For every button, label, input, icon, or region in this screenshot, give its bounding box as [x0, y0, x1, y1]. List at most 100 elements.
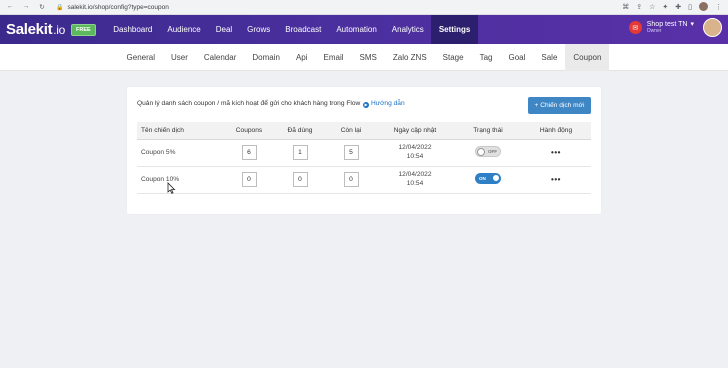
- tab-zalo-zns[interactable]: Zalo ZNS: [385, 44, 435, 71]
- extension-icon[interactable]: ✦: [662, 3, 668, 11]
- actions-cell: •••: [521, 166, 591, 194]
- shop-info: Shop test TN ▾ Owner: [647, 21, 694, 34]
- tab-sms[interactable]: SMS: [352, 44, 385, 71]
- toggle-label: OFF: [488, 149, 497, 154]
- actions-cell: •••: [521, 139, 591, 167]
- campaign-name[interactable]: Coupon 5%: [137, 139, 225, 167]
- tab-goal[interactable]: Goal: [500, 44, 533, 71]
- remaining-input[interactable]: 5: [343, 145, 359, 160]
- help-link[interactable]: Hướng dẫn: [371, 100, 405, 107]
- table-row: Coupon 5% 6 1 5 12/04/2022 10:54 OFF •••: [137, 139, 591, 167]
- campaign-name[interactable]: Coupon 10%: [137, 166, 225, 194]
- free-badge: FREE: [71, 23, 96, 36]
- menu-broadcast[interactable]: Broadcast: [278, 15, 329, 44]
- profile-icon[interactable]: [699, 2, 708, 11]
- menu-dashboard[interactable]: Dashboard: [106, 15, 160, 44]
- remaining-cell: 0: [327, 166, 375, 194]
- tab-api[interactable]: Api: [288, 44, 316, 71]
- sidebar-icon[interactable]: ▯: [688, 3, 692, 11]
- translate-icon[interactable]: ⌘: [622, 3, 629, 11]
- shop-icon: ✉: [628, 21, 642, 34]
- lock-icon: 🔒: [56, 4, 64, 11]
- tab-general[interactable]: General: [119, 44, 163, 71]
- updated-time: 10:54: [406, 179, 424, 187]
- description-text: Quản lý danh sách coupon / mã kích hoạt …: [137, 100, 361, 107]
- browser-nav: ← → ↻: [6, 3, 46, 11]
- tab-coupon[interactable]: Coupon: [565, 44, 610, 71]
- used-input[interactable]: 0: [292, 172, 308, 187]
- col-updated-date: Ngày cập nhật: [375, 122, 455, 140]
- updated-date: 12/04/2022: [398, 170, 432, 178]
- col-status: Trạng thái: [455, 122, 521, 140]
- tab-email[interactable]: Email: [316, 44, 352, 71]
- col-used: Đã dùng: [273, 122, 327, 140]
- toggle-knob: [477, 148, 485, 156]
- coupons-cell: 6: [225, 139, 273, 167]
- remaining-cell: 5: [327, 139, 375, 167]
- url-text: salekit.io/shop/config?type=coupon: [67, 3, 169, 11]
- caret-down-icon: ▾: [690, 20, 694, 28]
- shop-role: Owner: [646, 27, 662, 34]
- avatar[interactable]: [703, 18, 722, 37]
- used-input[interactable]: 1: [292, 145, 308, 160]
- forward-icon[interactable]: →: [22, 3, 30, 11]
- browser-extensions: ⌘ ⇪ ☆ ✦ ✚ ▯ ⋮: [622, 2, 722, 11]
- col-coupons: Coupons: [225, 122, 273, 140]
- address-bar[interactable]: 🔒 salekit.io/shop/config?type=coupon: [56, 4, 169, 11]
- logo-suffix: .io: [53, 23, 66, 37]
- coupons-input[interactable]: 0: [241, 172, 257, 187]
- browser-toolbar: ← → ↻ 🔒 salekit.io/shop/config?type=coup…: [0, 0, 728, 15]
- tab-sale[interactable]: Sale: [533, 44, 565, 71]
- updated-cell: 12/04/2022 10:54: [375, 166, 455, 194]
- col-campaign-name: Tên chiến dịch: [137, 122, 225, 140]
- reload-icon[interactable]: ↻: [38, 3, 46, 11]
- tab-user[interactable]: User: [163, 44, 196, 71]
- col-remaining: Còn lại: [327, 122, 375, 140]
- share-icon[interactable]: ⇪: [636, 3, 642, 11]
- coupon-panel: Quản lý danh sách coupon / mã kích hoạt …: [127, 87, 601, 214]
- menu-audience[interactable]: Audience: [160, 15, 208, 44]
- top-navigation: Salekit .io FREE Dashboard Audience Deal …: [0, 15, 728, 44]
- menu-grows[interactable]: Grows: [240, 15, 278, 44]
- toggle-knob: [492, 174, 500, 182]
- coupons-input[interactable]: 6: [241, 145, 257, 160]
- tab-domain[interactable]: Domain: [244, 44, 288, 71]
- updated-cell: 12/04/2022 10:54: [375, 139, 455, 167]
- more-actions-icon[interactable]: •••: [551, 175, 561, 184]
- tab-calendar[interactable]: Calendar: [196, 44, 244, 71]
- toggle-label: ON: [479, 176, 486, 181]
- mouse-pointer-icon: [167, 182, 176, 194]
- updated-time: 10:54: [406, 152, 424, 160]
- more-icon[interactable]: ⋮: [715, 3, 722, 11]
- remaining-input[interactable]: 0: [343, 172, 359, 187]
- menu-analytics[interactable]: Analytics: [384, 15, 431, 44]
- table-row: Coupon 10% 0 0 0 12/04/2022 10:54 ON •••: [137, 166, 591, 194]
- menu-deal[interactable]: Deal: [208, 15, 239, 44]
- settings-tabs: General User Calendar Domain Api Email S…: [0, 44, 728, 71]
- status-toggle[interactable]: ON: [475, 173, 501, 184]
- used-cell: 1: [273, 139, 327, 167]
- tab-stage[interactable]: Stage: [435, 44, 472, 71]
- shop-switcher[interactable]: ✉ Shop test TN ▾ Owner: [628, 18, 722, 37]
- menu-settings[interactable]: Settings: [431, 15, 478, 44]
- back-icon[interactable]: ←: [6, 3, 14, 11]
- puzzle-icon[interactable]: ✚: [675, 3, 681, 11]
- play-icon[interactable]: ▶: [363, 101, 370, 108]
- updated-date: 12/04/2022: [398, 143, 432, 151]
- status-toggle[interactable]: OFF: [475, 146, 501, 157]
- logo[interactable]: Salekit .io: [6, 21, 65, 38]
- logo-main: Salekit: [6, 21, 53, 38]
- table-header: Tên chiến dịch Coupons Đã dùng Còn lại N…: [137, 122, 591, 140]
- coupons-cell: 0: [225, 166, 273, 194]
- coupon-description: Quản lý danh sách coupon / mã kích hoạt …: [137, 100, 405, 108]
- star-icon[interactable]: ☆: [649, 3, 655, 11]
- main-menu: Dashboard Audience Deal Grows Broadcast …: [106, 15, 478, 44]
- used-cell: 0: [273, 166, 327, 194]
- menu-automation[interactable]: Automation: [329, 15, 384, 44]
- status-cell: OFF: [455, 139, 521, 167]
- col-actions: Hành động: [521, 122, 591, 140]
- status-cell: ON: [455, 166, 521, 194]
- new-campaign-button[interactable]: + Chiến dịch mới: [528, 97, 591, 114]
- more-actions-icon[interactable]: •••: [551, 148, 561, 157]
- tab-tag[interactable]: Tag: [472, 44, 501, 71]
